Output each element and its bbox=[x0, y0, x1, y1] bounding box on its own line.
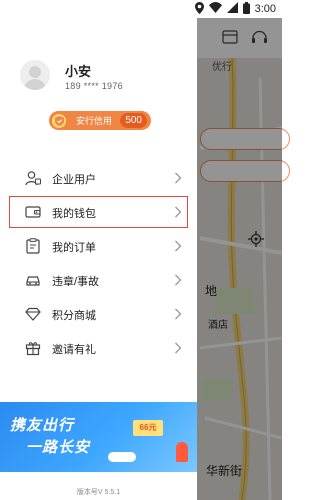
car-icon bbox=[25, 272, 41, 288]
status-bar: 3:00 bbox=[0, 0, 282, 18]
banner-person-illustration bbox=[176, 442, 188, 462]
chevron-right-icon bbox=[174, 171, 182, 185]
menu-item-label: 我的钱包 bbox=[52, 208, 96, 220]
menu-item-enterprise-user[interactable]: 企业用户 bbox=[0, 161, 197, 195]
menu-item-invite[interactable]: 邀请有礼 bbox=[0, 331, 197, 365]
user-card-icon bbox=[25, 170, 41, 186]
menu-item-orders[interactable]: 我的订单 bbox=[0, 229, 197, 263]
menu-item-label: 我的订单 bbox=[52, 242, 96, 254]
menu-item-violations[interactable]: 违章/事故 bbox=[0, 263, 197, 297]
diamond-icon bbox=[25, 306, 41, 322]
status-time: 3:00 bbox=[254, 3, 276, 15]
drawer-menu: 企业用户 我的钱包 我的订单 违章/事故 积分商城 邀请有礼 bbox=[0, 161, 197, 365]
drawer-scrim[interactable] bbox=[195, 18, 282, 500]
avatar-body bbox=[24, 79, 46, 90]
wallet-icon bbox=[25, 204, 41, 220]
signal-icon bbox=[226, 2, 238, 16]
location-icon bbox=[194, 1, 204, 17]
chevron-right-icon bbox=[174, 273, 182, 287]
gift-icon bbox=[25, 340, 41, 356]
app-version: 版本号V 5.5.1 bbox=[76, 489, 121, 496]
menu-item-label: 违章/事故 bbox=[52, 276, 100, 288]
user-phone: 189 **** 1976 bbox=[65, 81, 123, 91]
order-clipboard-icon bbox=[25, 238, 41, 254]
chevron-right-icon bbox=[174, 341, 182, 355]
battery-icon bbox=[242, 1, 250, 17]
wifi-icon bbox=[208, 2, 222, 16]
user-name: 小安 bbox=[65, 64, 92, 79]
chevron-right-icon bbox=[174, 205, 182, 219]
menu-item-label: 企业用户 bbox=[52, 174, 96, 186]
credit-label: 安行信用 bbox=[76, 116, 113, 126]
promo-banner[interactable]: 携友出行 一路长安 66元 bbox=[0, 402, 197, 472]
banner-car-illustration bbox=[108, 452, 136, 462]
banner-coupon: 66元 bbox=[133, 420, 163, 436]
menu-item-points-mall[interactable]: 积分商城 bbox=[0, 297, 197, 331]
menu-item-wallet[interactable]: 我的钱包 bbox=[8, 195, 189, 229]
avatar[interactable] bbox=[20, 60, 50, 90]
credit-score: 500 bbox=[120, 113, 147, 128]
credit-badge[interactable]: 安行信用 500 bbox=[49, 111, 151, 130]
chevron-right-icon bbox=[174, 307, 182, 321]
chevron-right-icon bbox=[174, 239, 182, 253]
menu-item-label: 积分商城 bbox=[52, 310, 96, 322]
status-icons: 3:00 bbox=[194, 1, 276, 17]
side-drawer: 小安 189 **** 1976 安行信用 500 企业用户 我的钱包 我的订单… bbox=[0, 18, 197, 500]
banner-title-line1: 携友出行 bbox=[10, 417, 75, 434]
menu-item-label: 邀请有礼 bbox=[52, 344, 96, 356]
banner-title-line2: 一路长安 bbox=[26, 439, 91, 456]
shield-check-icon bbox=[52, 113, 66, 128]
avatar-head bbox=[29, 66, 41, 78]
